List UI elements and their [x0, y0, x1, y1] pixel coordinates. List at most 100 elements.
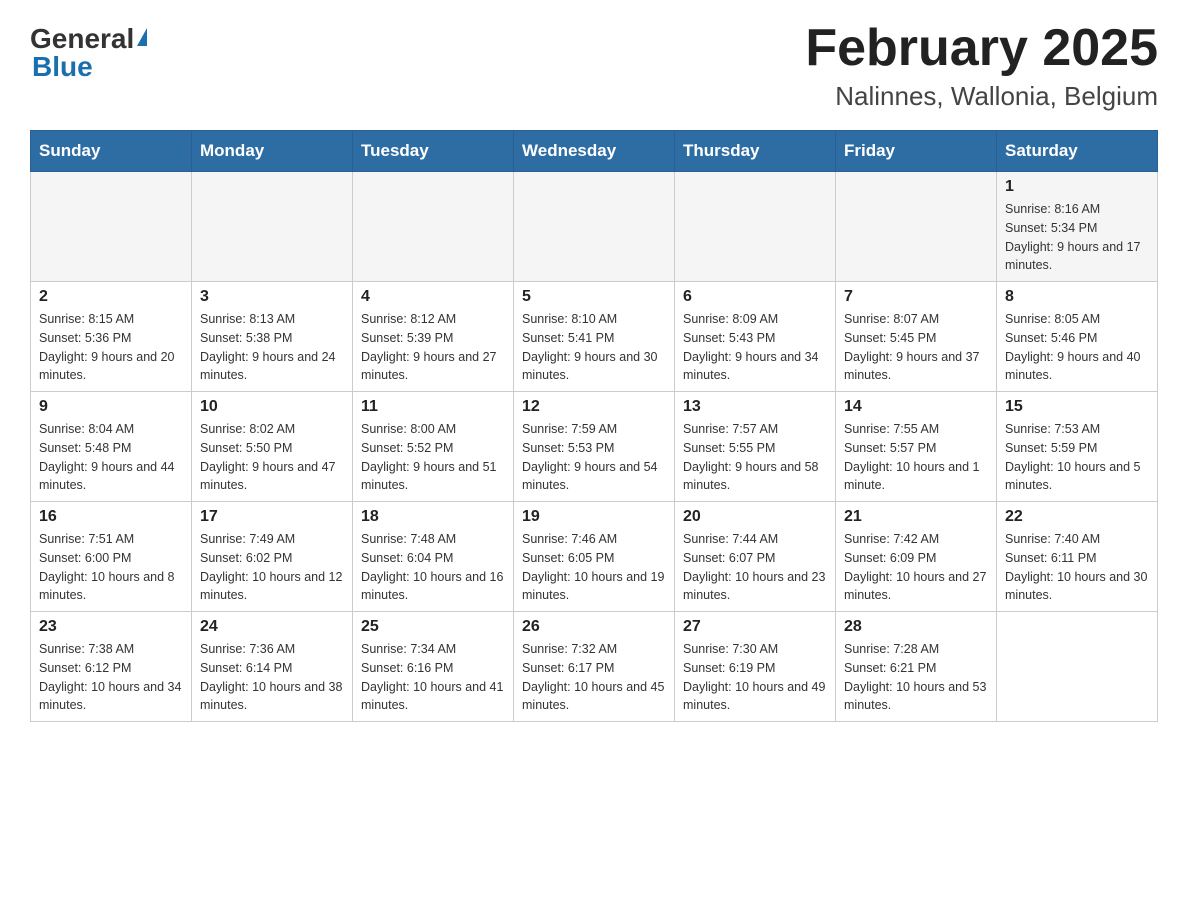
- logo-triangle-icon: [137, 28, 147, 46]
- calendar-cell: 4 Sunrise: 8:12 AMSunset: 5:39 PMDaylight…: [353, 282, 514, 392]
- calendar-cell: 21Sunrise: 7:42 AMSunset: 6:09 PMDayligh…: [836, 502, 997, 612]
- calendar-cell: 16Sunrise: 7:51 AMSunset: 6:00 PMDayligh…: [31, 502, 192, 612]
- day-info: Sunrise: 7:44 AMSunset: 6:07 PMDaylight:…: [683, 532, 825, 602]
- calendar-cell: [353, 172, 514, 282]
- calendar-cell: 15 Sunrise: 7:53 AMSunset: 5:59 PMDayligh…: [997, 392, 1158, 502]
- logo-general-text: General: [30, 25, 134, 53]
- day-info: Sunrise: 8:16 AMSunset: 5:34 PMDaylight:…: [1005, 202, 1141, 272]
- day-info: Sunrise: 8:07 AMSunset: 5:45 PMDaylight:…: [844, 312, 980, 382]
- logo: General Blue: [30, 20, 147, 83]
- day-info: Sunrise: 8:02 AMSunset: 5:50 PMDaylight:…: [200, 422, 336, 492]
- weekday-header-tuesday: Tuesday: [353, 131, 514, 172]
- day-info: Sunrise: 8:09 AMSunset: 5:43 PMDaylight:…: [683, 312, 819, 382]
- day-info: Sunrise: 7:28 AMSunset: 6:21 PMDaylight:…: [844, 642, 986, 712]
- calendar-cell: 7 Sunrise: 8:07 AMSunset: 5:45 PMDaylight…: [836, 282, 997, 392]
- day-info: Sunrise: 8:00 AMSunset: 5:52 PMDaylight:…: [361, 422, 497, 492]
- day-info: Sunrise: 7:42 AMSunset: 6:09 PMDaylight:…: [844, 532, 986, 602]
- weekday-header-monday: Monday: [192, 131, 353, 172]
- day-number: 8: [1005, 288, 1149, 306]
- calendar-cell: 5 Sunrise: 8:10 AMSunset: 5:41 PMDaylight…: [514, 282, 675, 392]
- title-block: February 2025 Nalinnes, Wallonia, Belgiu…: [805, 20, 1158, 112]
- calendar-cell: 20 Sunrise: 7:44 AMSunset: 6:07 PMDayligh…: [675, 502, 836, 612]
- weekday-header-thursday: Thursday: [675, 131, 836, 172]
- day-number: 25: [361, 618, 505, 636]
- logo-blue-text: Blue: [32, 51, 93, 83]
- day-number: 7: [844, 288, 988, 306]
- page-title: February 2025: [805, 20, 1158, 77]
- day-info: Sunrise: 7:48 AMSunset: 6:04 PMDaylight:…: [361, 532, 503, 602]
- calendar-week-row: 23 Sunrise: 7:38 AMSunset: 6:12 PMDayligh…: [31, 612, 1158, 722]
- calendar-header-row: SundayMondayTuesdayWednesdayThursdayFrid…: [31, 131, 1158, 172]
- calendar-cell: 23 Sunrise: 7:38 AMSunset: 6:12 PMDayligh…: [31, 612, 192, 722]
- day-number: 12: [522, 398, 666, 416]
- day-number: 19: [522, 508, 666, 526]
- day-number: 9: [39, 398, 183, 416]
- calendar-cell: 26Sunrise: 7:32 AMSunset: 6:17 PMDayligh…: [514, 612, 675, 722]
- day-info: Sunrise: 7:38 AMSunset: 6:12 PMDaylight:…: [39, 642, 181, 712]
- calendar-cell: 17 Sunrise: 7:49 AMSunset: 6:02 PMDayligh…: [192, 502, 353, 612]
- page-header: General Blue February 2025 Nalinnes, Wal…: [30, 20, 1158, 112]
- calendar-week-row: 9 Sunrise: 8:04 AMSunset: 5:48 PMDaylight…: [31, 392, 1158, 502]
- calendar-cell: 25 Sunrise: 7:34 AMSunset: 6:16 PMDayligh…: [353, 612, 514, 722]
- calendar-cell: 1Sunrise: 8:16 AMSunset: 5:34 PMDaylight…: [997, 172, 1158, 282]
- day-info: Sunrise: 7:34 AMSunset: 6:16 PMDaylight:…: [361, 642, 503, 712]
- day-number: 27: [683, 618, 827, 636]
- calendar-cell: 24 Sunrise: 7:36 AMSunset: 6:14 PMDayligh…: [192, 612, 353, 722]
- calendar-cell: 11 Sunrise: 8:00 AMSunset: 5:52 PMDayligh…: [353, 392, 514, 502]
- day-info: Sunrise: 7:40 AMSunset: 6:11 PMDaylight:…: [1005, 532, 1147, 602]
- calendar-cell: 22Sunrise: 7:40 AMSunset: 6:11 PMDayligh…: [997, 502, 1158, 612]
- calendar-cell: 28Sunrise: 7:28 AMSunset: 6:21 PMDayligh…: [836, 612, 997, 722]
- calendar-cell: 3 Sunrise: 8:13 AMSunset: 5:38 PMDaylight…: [192, 282, 353, 392]
- day-number: 15: [1005, 398, 1149, 416]
- calendar-week-row: 2 Sunrise: 8:15 AMSunset: 5:36 PMDaylight…: [31, 282, 1158, 392]
- day-info: Sunrise: 7:53 AMSunset: 5:59 PMDaylight:…: [1005, 422, 1141, 492]
- calendar-cell: 6 Sunrise: 8:09 AMSunset: 5:43 PMDaylight…: [675, 282, 836, 392]
- day-number: 3: [200, 288, 344, 306]
- day-number: 10: [200, 398, 344, 416]
- day-info: Sunrise: 7:36 AMSunset: 6:14 PMDaylight:…: [200, 642, 342, 712]
- calendar-cell: [514, 172, 675, 282]
- calendar-cell: 19Sunrise: 7:46 AMSunset: 6:05 PMDayligh…: [514, 502, 675, 612]
- day-number: 13: [683, 398, 827, 416]
- calendar-week-row: 16Sunrise: 7:51 AMSunset: 6:00 PMDayligh…: [31, 502, 1158, 612]
- day-info: Sunrise: 7:55 AMSunset: 5:57 PMDaylight:…: [844, 422, 980, 492]
- day-number: 6: [683, 288, 827, 306]
- day-info: Sunrise: 7:32 AMSunset: 6:17 PMDaylight:…: [522, 642, 664, 712]
- weekday-header-saturday: Saturday: [997, 131, 1158, 172]
- day-info: Sunrise: 8:04 AMSunset: 5:48 PMDaylight:…: [39, 422, 175, 492]
- weekday-header-wednesday: Wednesday: [514, 131, 675, 172]
- day-info: Sunrise: 8:15 AMSunset: 5:36 PMDaylight:…: [39, 312, 175, 382]
- day-number: 23: [39, 618, 183, 636]
- calendar-cell: [675, 172, 836, 282]
- day-number: 14: [844, 398, 988, 416]
- calendar-table: SundayMondayTuesdayWednesdayThursdayFrid…: [30, 130, 1158, 722]
- day-number: 2: [39, 288, 183, 306]
- calendar-cell: 9 Sunrise: 8:04 AMSunset: 5:48 PMDaylight…: [31, 392, 192, 502]
- calendar-week-row: 1Sunrise: 8:16 AMSunset: 5:34 PMDaylight…: [31, 172, 1158, 282]
- day-number: 4: [361, 288, 505, 306]
- calendar-cell: 27 Sunrise: 7:30 AMSunset: 6:19 PMDayligh…: [675, 612, 836, 722]
- day-number: 24: [200, 618, 344, 636]
- day-info: Sunrise: 8:12 AMSunset: 5:39 PMDaylight:…: [361, 312, 497, 382]
- calendar-cell: 14 Sunrise: 7:55 AMSunset: 5:57 PMDayligh…: [836, 392, 997, 502]
- weekday-header-friday: Friday: [836, 131, 997, 172]
- day-info: Sunrise: 7:30 AMSunset: 6:19 PMDaylight:…: [683, 642, 825, 712]
- day-info: Sunrise: 8:13 AMSunset: 5:38 PMDaylight:…: [200, 312, 336, 382]
- day-info: Sunrise: 7:49 AMSunset: 6:02 PMDaylight:…: [200, 532, 342, 602]
- weekday-header-sunday: Sunday: [31, 131, 192, 172]
- day-info: Sunrise: 8:05 AMSunset: 5:46 PMDaylight:…: [1005, 312, 1141, 382]
- day-number: 20: [683, 508, 827, 526]
- calendar-cell: [836, 172, 997, 282]
- calendar-cell: 12 Sunrise: 7:59 AMSunset: 5:53 PMDayligh…: [514, 392, 675, 502]
- day-number: 5: [522, 288, 666, 306]
- calendar-cell: 13Sunrise: 7:57 AMSunset: 5:55 PMDayligh…: [675, 392, 836, 502]
- calendar-cell: [997, 612, 1158, 722]
- day-number: 17: [200, 508, 344, 526]
- day-info: Sunrise: 8:10 AMSunset: 5:41 PMDaylight:…: [522, 312, 658, 382]
- day-number: 11: [361, 398, 505, 416]
- day-number: 16: [39, 508, 183, 526]
- calendar-cell: [31, 172, 192, 282]
- day-info: Sunrise: 7:59 AMSunset: 5:53 PMDaylight:…: [522, 422, 658, 492]
- calendar-cell: [192, 172, 353, 282]
- day-number: 18: [361, 508, 505, 526]
